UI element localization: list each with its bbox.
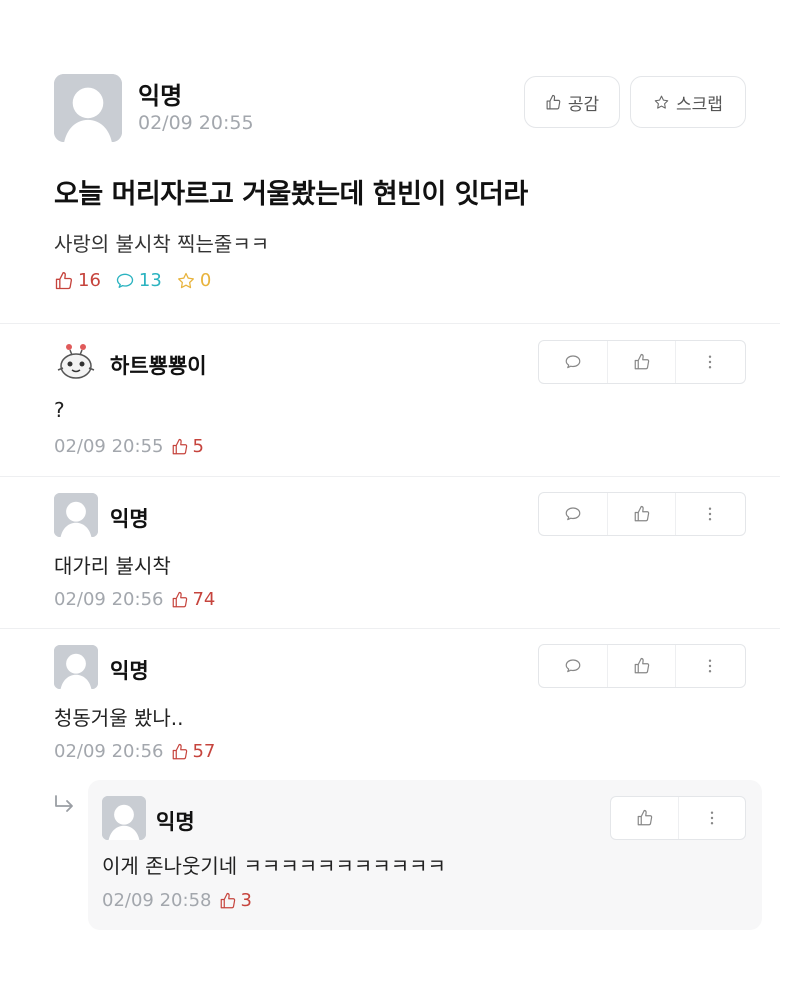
star-icon bbox=[176, 271, 196, 291]
speech-bubble-icon bbox=[564, 505, 582, 523]
comment-text: 청동거울 봤나.. bbox=[54, 706, 184, 730]
empathy-label: 공감 bbox=[567, 94, 600, 115]
reply-author: 익명 bbox=[156, 810, 195, 834]
more-button[interactable] bbox=[675, 493, 743, 535]
like-count-value: 16 bbox=[78, 270, 101, 291]
thumbs-up-icon bbox=[219, 892, 237, 910]
vertical-ellipsis-icon bbox=[701, 353, 719, 371]
post-author-avatar bbox=[54, 74, 122, 142]
divider bbox=[0, 628, 780, 629]
like-button[interactable] bbox=[607, 645, 675, 687]
divider bbox=[0, 476, 780, 477]
comment-meta: 02/09 20:56 57 bbox=[54, 741, 215, 762]
comment-count: 13 bbox=[115, 270, 162, 291]
comment-text: ? bbox=[54, 398, 65, 422]
thumbs-up-icon bbox=[171, 438, 189, 456]
post-author-name: 익명 bbox=[138, 82, 183, 110]
comment-timestamp: 02/09 20:55 bbox=[54, 436, 164, 457]
comment-actions bbox=[538, 340, 746, 384]
scrap-count-value: 0 bbox=[199, 270, 212, 291]
like-button[interactable] bbox=[611, 797, 678, 839]
speech-bubble-icon bbox=[115, 271, 135, 291]
comment-author: 하트뿅뿅이 bbox=[110, 354, 207, 378]
thumbs-up-icon bbox=[171, 591, 189, 609]
post-stats: 16 13 0 bbox=[54, 270, 211, 291]
reply-text: 이게 존나웃기네 ㅋㅋㅋㅋㅋㅋㅋㅋㅋㅋㅋ bbox=[102, 854, 446, 878]
reply-like-value: 3 bbox=[240, 890, 252, 911]
scrap-count: 0 bbox=[176, 270, 211, 291]
thumbs-up-icon bbox=[171, 743, 189, 761]
reply-like-count: 3 bbox=[219, 890, 252, 911]
thumbs-up-icon bbox=[633, 657, 651, 675]
more-button[interactable] bbox=[675, 645, 743, 687]
comment-author: 익명 bbox=[110, 507, 149, 531]
reply-actions bbox=[610, 796, 746, 840]
comment-actions bbox=[538, 492, 746, 536]
divider bbox=[0, 323, 780, 324]
speech-bubble-icon bbox=[564, 657, 582, 675]
comment-meta: 02/09 20:56 74 bbox=[54, 589, 215, 610]
comment-author: 익명 bbox=[110, 659, 149, 683]
comment-count-value: 13 bbox=[138, 270, 162, 291]
empathy-button[interactable]: 공감 bbox=[524, 76, 620, 128]
thumbs-up-icon bbox=[545, 94, 562, 111]
like-count: 16 bbox=[54, 270, 101, 291]
thumbs-up-icon bbox=[54, 271, 74, 291]
commenter-avatar bbox=[54, 645, 98, 689]
commenter-avatar-heart bbox=[54, 340, 98, 384]
comment-meta: 02/09 20:55 5 bbox=[54, 436, 204, 457]
scrap-label: 스크랩 bbox=[676, 94, 723, 115]
reply-button[interactable] bbox=[539, 645, 607, 687]
commenter-avatar bbox=[54, 493, 98, 537]
thumbs-up-icon bbox=[636, 809, 654, 827]
comment-text: 대가리 불시착 bbox=[54, 554, 171, 578]
post-body: 사랑의 불시착 찍는줄ㅋㅋ bbox=[54, 232, 270, 256]
star-icon bbox=[653, 94, 670, 111]
like-button[interactable] bbox=[607, 493, 675, 535]
post-title: 오늘 머리자르고 거울봤는데 현빈이 잇더라 bbox=[54, 179, 528, 210]
comment-timestamp: 02/09 20:56 bbox=[54, 741, 164, 762]
comment-like-value: 5 bbox=[192, 436, 204, 457]
reply-button[interactable] bbox=[539, 493, 607, 535]
comment-like-count: 74 bbox=[171, 589, 215, 610]
vertical-ellipsis-icon bbox=[701, 505, 719, 523]
scrap-button[interactable]: 스크랩 bbox=[630, 76, 746, 128]
like-button[interactable] bbox=[607, 341, 675, 383]
more-button[interactable] bbox=[675, 341, 743, 383]
reply-arrow-icon bbox=[55, 795, 73, 812]
vertical-ellipsis-icon bbox=[701, 657, 719, 675]
comment-like-value: 74 bbox=[192, 589, 216, 610]
comment-timestamp: 02/09 20:56 bbox=[54, 589, 164, 610]
reply-meta: 02/09 20:58 3 bbox=[102, 890, 252, 911]
comment-like-count: 5 bbox=[171, 436, 204, 457]
reply-button[interactable] bbox=[539, 341, 607, 383]
reply-timestamp: 02/09 20:58 bbox=[102, 890, 212, 911]
thumbs-up-icon bbox=[633, 353, 651, 371]
post-timestamp: 02/09 20:55 bbox=[138, 112, 254, 134]
vertical-ellipsis-icon bbox=[703, 809, 721, 827]
comment-actions bbox=[538, 644, 746, 688]
comment-like-count: 57 bbox=[171, 741, 215, 762]
comment-like-value: 57 bbox=[192, 741, 216, 762]
thumbs-up-icon bbox=[633, 505, 651, 523]
speech-bubble-icon bbox=[564, 353, 582, 371]
commenter-avatar bbox=[102, 796, 146, 840]
more-button[interactable] bbox=[678, 797, 745, 839]
